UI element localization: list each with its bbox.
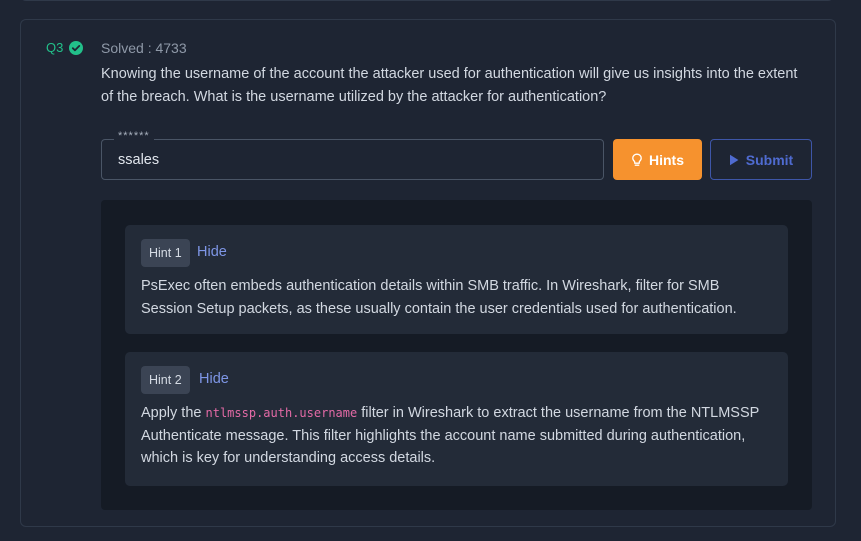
submit-button[interactable]: Submit <box>710 139 812 180</box>
lightbulb-icon <box>632 153 642 166</box>
answer-field-legend: ****** <box>114 130 154 142</box>
hint-card-2: Hint 2 Hide Apply the ntlmssp.auth.usern… <box>125 352 788 486</box>
previous-question-card <box>20 0 834 1</box>
hints-panel: Hint 1 Hide PsExec often embeds authenti… <box>101 200 812 510</box>
hint-text: Apply the ntlmssp.auth.username filter i… <box>141 402 771 470</box>
submit-button-label: Submit <box>745 151 794 168</box>
answer-input[interactable] <box>102 140 603 179</box>
hint-text: PsExec often embeds authentication detai… <box>141 278 737 317</box>
hints-button-label: Hints <box>649 151 684 168</box>
hint-card-1: Hint 1 Hide PsExec often embeds authenti… <box>125 225 788 334</box>
question-number-label: Q3 <box>46 40 64 55</box>
answer-field[interactable]: ****** <box>101 130 604 180</box>
question-card: Q3 Solved : 4733 Knowing the username of… <box>20 19 836 527</box>
solved-count: Solved : 4733 <box>101 40 187 56</box>
question-number: Q3 <box>46 40 84 55</box>
hint-hide-toggle[interactable]: Hide <box>197 244 227 260</box>
check-circle-icon <box>69 40 84 55</box>
play-icon <box>729 154 739 165</box>
hints-button[interactable]: Hints <box>613 139 702 180</box>
hint-badge: Hint 2 <box>141 366 190 394</box>
hint-hide-toggle[interactable]: Hide <box>199 371 229 387</box>
hint-text-before: Apply the <box>141 405 206 421</box>
hint-code: ntlmssp.auth.username <box>205 406 358 420</box>
hint-badge: Hint 1 <box>141 239 190 267</box>
question-text: Knowing the username of the account the … <box>101 66 798 105</box>
